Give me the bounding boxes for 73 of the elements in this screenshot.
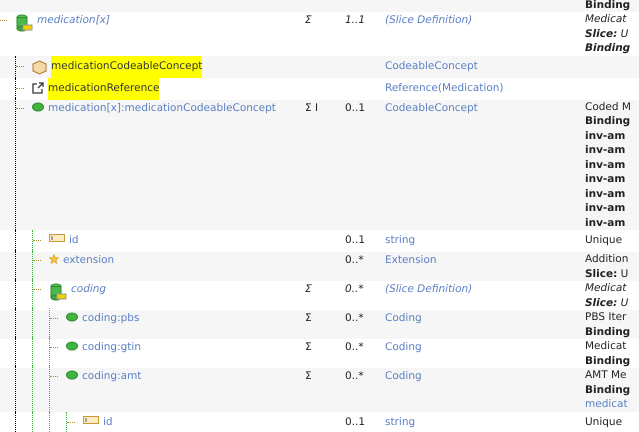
external-link-icon bbox=[32, 82, 44, 94]
cardinality-text: 0..1 bbox=[345, 234, 366, 246]
type-link[interactable]: string bbox=[385, 416, 416, 428]
description-text: Unique bbox=[585, 414, 622, 430]
cube-icon bbox=[32, 60, 47, 74]
type-link[interactable]: Extension bbox=[385, 254, 437, 266]
description-text: inv-am bbox=[585, 186, 626, 201]
description-link[interactable]: medicat bbox=[585, 397, 628, 412]
stacked-cylinder-icon bbox=[15, 14, 33, 32]
flag-text: Σ bbox=[305, 14, 312, 26]
cardinality-text: 0..1 bbox=[345, 102, 366, 114]
flag-text: Σ bbox=[305, 370, 312, 382]
cardinality-text: 0..1 bbox=[345, 416, 366, 428]
type-link[interactable]: Reference(Medication) bbox=[385, 82, 504, 94]
description-text: Binding bbox=[585, 354, 630, 368]
description-text: Binding bbox=[585, 114, 630, 128]
element-name[interactable]: id bbox=[69, 233, 79, 248]
description-text: Medicat bbox=[585, 339, 626, 354]
cardinality-text: 0..* bbox=[345, 283, 364, 295]
type-link[interactable]: CodeableConcept bbox=[385, 60, 478, 72]
element-node-icon bbox=[66, 370, 78, 380]
element-node-icon bbox=[66, 341, 78, 351]
description-text: inv-am bbox=[585, 143, 626, 158]
description-text: inv-am bbox=[585, 172, 626, 186]
cardinality-text: 0..* bbox=[345, 341, 364, 353]
element-name[interactable]: medicationReference bbox=[48, 78, 160, 100]
type-link[interactable]: Coding bbox=[385, 370, 422, 382]
element-name[interactable]: medication[x] bbox=[37, 13, 110, 28]
description-text: Binding bbox=[585, 382, 630, 397]
type-link[interactable]: Coding bbox=[385, 312, 422, 324]
description-text: Slice: U bbox=[585, 266, 628, 281]
description-text: Medicat bbox=[585, 281, 626, 296]
description-text: Medicat bbox=[585, 12, 626, 26]
cardinality-text: 0..* bbox=[345, 370, 364, 382]
element-name[interactable]: coding:amt bbox=[82, 369, 142, 384]
element-name[interactable]: coding bbox=[71, 282, 106, 297]
type-link[interactable]: (Slice Definition) bbox=[385, 283, 472, 295]
type-link[interactable]: (Slice Definition) bbox=[385, 14, 472, 26]
cardinality-text: 0..* bbox=[345, 254, 364, 266]
description-text: Coded M bbox=[585, 100, 631, 114]
rectangle-icon bbox=[83, 416, 99, 424]
element-node-icon bbox=[32, 102, 44, 112]
description-text: Binding bbox=[585, 41, 630, 56]
type-link[interactable]: string bbox=[385, 234, 416, 246]
rectangle-icon bbox=[49, 234, 65, 242]
star-icon bbox=[49, 254, 59, 264]
flag-text: Σ bbox=[305, 283, 312, 295]
description-text: Unique bbox=[585, 233, 622, 248]
element-node-icon bbox=[66, 312, 78, 322]
description-text: Binding bbox=[585, 324, 630, 339]
element-name[interactable]: extension bbox=[63, 253, 114, 268]
element-name[interactable]: coding:pbs bbox=[82, 311, 140, 326]
cardinality-text: 0..* bbox=[345, 312, 364, 324]
description-text: inv-am bbox=[585, 158, 626, 172]
stacked-cylinder-icon bbox=[49, 283, 67, 301]
description-text: AMT Me bbox=[585, 368, 627, 382]
element-name[interactable]: id bbox=[103, 414, 113, 430]
description-text: Slice: U bbox=[585, 26, 628, 41]
type-link[interactable]: CodeableConcept bbox=[385, 102, 478, 114]
description-text: inv-am bbox=[585, 128, 626, 143]
description-text: Addition bbox=[585, 252, 628, 266]
flag-text: Σ bbox=[305, 341, 312, 353]
description-text: PBS Iter bbox=[585, 310, 626, 324]
element-name[interactable]: coding:gtin bbox=[82, 340, 141, 355]
flag-text: Σ bbox=[305, 312, 312, 324]
description-text: Binding bbox=[585, 0, 630, 12]
flag-text: Σ I bbox=[305, 102, 318, 114]
description-text: inv-am bbox=[585, 216, 626, 230]
element-name[interactable]: medication[x]:medicationCodeableConcept bbox=[48, 100, 276, 116]
cardinality-text: 1..1 bbox=[345, 14, 366, 26]
type-link[interactable]: Coding bbox=[385, 341, 422, 353]
description-text: inv-am bbox=[585, 201, 626, 216]
description-text: Slice: U bbox=[585, 296, 628, 310]
